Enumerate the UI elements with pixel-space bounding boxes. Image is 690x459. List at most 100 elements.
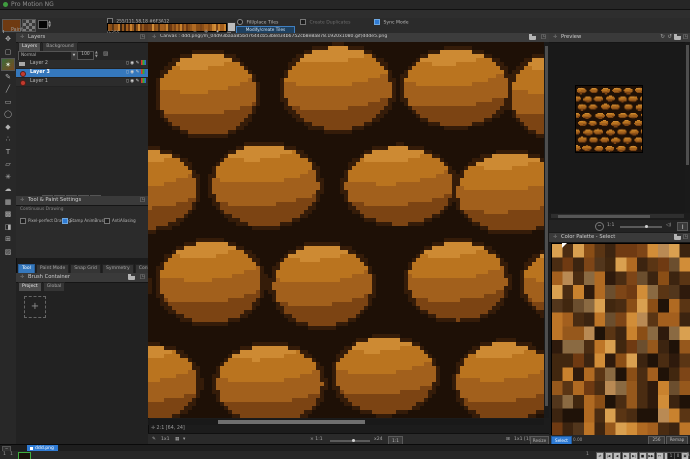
pen-icon[interactable]: ✎ <box>152 437 156 442</box>
brush-container-tab[interactable]: Global <box>43 282 66 291</box>
secondary-color-swatch[interactable] <box>38 20 48 29</box>
move-tool[interactable]: ✥ <box>1 33 15 46</box>
eraser-tool[interactable]: ▱ <box>1 158 15 171</box>
pin-icon[interactable]: ✛ <box>20 274 24 280</box>
palette-grid[interactable] <box>551 243 690 437</box>
chevron-down-icon[interactable]: ▾ <box>183 437 185 442</box>
star-brush-tool[interactable]: ✳ <box>1 171 15 184</box>
transparent-color-swatch[interactable] <box>22 19 36 32</box>
tile-grid-icon[interactable]: ⊞ <box>506 437 510 442</box>
scrollbar-thumb[interactable] <box>686 45 689 165</box>
expand-icon[interactable]: ◳ <box>140 274 145 280</box>
brush-container-tab[interactable]: Project <box>18 282 42 291</box>
create-duplicates-option[interactable]: Create Duplicates <box>300 19 350 26</box>
zoom-out-icon[interactable]: − <box>595 222 604 231</box>
line-tool[interactable]: ╱ <box>1 83 15 96</box>
image-brush-tool[interactable]: ◨ <box>1 221 15 234</box>
add-brush-button[interactable]: + <box>24 296 46 318</box>
layer-color-icon[interactable] <box>141 69 146 74</box>
pin-icon[interactable]: ✛ <box>20 197 24 203</box>
smudge-tool[interactable]: ☁ <box>1 183 15 196</box>
loop-infinite-icon[interactable]: ∞ <box>681 452 685 457</box>
pattern-tool[interactable]: ▩ <box>1 208 15 221</box>
rectangle-tool[interactable]: ▭ <box>1 96 15 109</box>
transport-button[interactable]: ▶| <box>630 452 638 459</box>
frame-thumbnail[interactable] <box>18 452 31 459</box>
preview-thumbnail[interactable] <box>575 85 643 153</box>
opacity-stepper[interactable]: ▲▼ <box>95 51 98 58</box>
transport-button[interactable]: ■ <box>639 452 647 459</box>
transport-button[interactable]: ↔ <box>656 452 664 459</box>
layer-color-icon[interactable] <box>141 60 146 65</box>
zoom-slider[interactable] <box>330 440 370 442</box>
scrollbar-thumb[interactable] <box>545 46 548 406</box>
layer-row[interactable]: Layer 1 ▯◉✎ <box>16 78 148 87</box>
pause-button[interactable]: ‖ <box>677 222 688 231</box>
preview-vscrollbar[interactable] <box>685 42 690 213</box>
magic-wand-tool[interactable]: ✶ <box>1 58 15 71</box>
folder-icon[interactable] <box>674 236 681 241</box>
settings-tab[interactable]: Snap Grid <box>70 264 101 273</box>
expand-icon[interactable]: ◳ <box>140 197 145 203</box>
settings-tab[interactable]: Symmetry <box>102 264 134 273</box>
preview-zoom-slider[interactable] <box>620 226 662 228</box>
canvas-artwork[interactable] <box>148 42 544 418</box>
folder-icon[interactable] <box>128 276 135 281</box>
rotate-icon[interactable]: ↺ <box>667 34 672 40</box>
layer-opacity-field[interactable]: 100 <box>77 51 94 60</box>
transport-button[interactable]: ◀ <box>613 452 621 459</box>
sound-icon[interactable]: ◁) <box>666 223 671 228</box>
fill-tool[interactable]: ◆ <box>1 121 15 134</box>
cursor-coords: ✛ 2:1 [64, 24] <box>151 426 185 431</box>
expand-icon[interactable]: ◳ <box>541 34 546 40</box>
scrollbar-thumb[interactable] <box>218 420 365 424</box>
dither-tool[interactable]: ▨ <box>1 246 15 259</box>
refresh-icon[interactable]: ↻ <box>660 34 665 40</box>
ellipse-tool[interactable]: ◯ <box>1 108 15 121</box>
spray-tool[interactable]: ∴ <box>1 133 15 146</box>
palette-page-icon[interactable] <box>227 22 236 32</box>
grid-tool[interactable]: ⊞ <box>1 233 15 246</box>
tile-grid-label: 1x1 [1] <box>514 437 531 442</box>
text-tool[interactable]: T <box>1 146 15 159</box>
pin-icon[interactable]: ✛ <box>20 34 24 40</box>
checkbox-icon <box>20 218 26 224</box>
slider-handle[interactable] <box>352 439 355 442</box>
tile-tool[interactable]: ▦ <box>1 196 15 209</box>
transport-button[interactable]: ⇄ <box>596 452 604 459</box>
tool-settings-option[interactable]: Stamp AnimBrush <box>62 218 106 224</box>
layer-color-icon[interactable] <box>141 78 146 83</box>
settings-tab[interactable]: Paint Mode <box>36 264 69 273</box>
color-stepper[interactable]: ▲▼ <box>48 20 53 29</box>
tool-settings-option[interactable]: AntiAliasing <box>104 218 136 224</box>
collapse-up-icon[interactable]: ▲ <box>686 452 690 457</box>
pin-icon[interactable]: ✛ <box>553 34 557 40</box>
pin-icon[interactable]: ✛ <box>152 34 156 40</box>
brush-preview-icon[interactable]: ▦ <box>175 437 179 442</box>
folder-icon[interactable] <box>674 36 681 41</box>
scrollbar-thumb[interactable] <box>558 215 650 218</box>
folder-icon[interactable] <box>529 36 536 41</box>
expand-icon[interactable]: ◳ <box>140 34 145 40</box>
palette-index-label: 0.00 <box>573 437 582 442</box>
brush-container-tabs: ProjectGlobal <box>18 282 66 290</box>
layer-type-icon <box>20 71 26 77</box>
settings-tab[interactable]: Tool <box>18 264 35 273</box>
select-rect-tool[interactable]: ▢ <box>1 46 15 59</box>
expand-icon[interactable]: ◳ <box>683 234 688 240</box>
transport-button[interactable]: ▶ <box>622 452 630 459</box>
expand-icon[interactable]: ◳ <box>683 34 688 40</box>
transport-button[interactable]: ▶▶ <box>647 452 655 459</box>
pencil-tool[interactable]: ✎ <box>1 71 15 84</box>
layers-tab[interactable]: Layers <box>18 42 41 51</box>
layer-row[interactable]: Layer 2 ▯◉✎ <box>16 60 148 69</box>
layer-row[interactable]: Layer 3 ▯◉✎ <box>16 69 148 78</box>
sync-mode-option[interactable]: Sync Mode <box>374 19 409 26</box>
slider-handle[interactable] <box>645 225 648 228</box>
pen-size-label: 1x1 <box>161 437 170 442</box>
layers-tab[interactable]: Background <box>42 42 77 51</box>
transport-button[interactable]: |◀ <box>605 452 613 459</box>
checkbox-icon <box>62 218 68 224</box>
layer-effect-icon[interactable]: ▨ <box>103 51 108 57</box>
pin-icon[interactable]: ✛ <box>553 234 557 240</box>
